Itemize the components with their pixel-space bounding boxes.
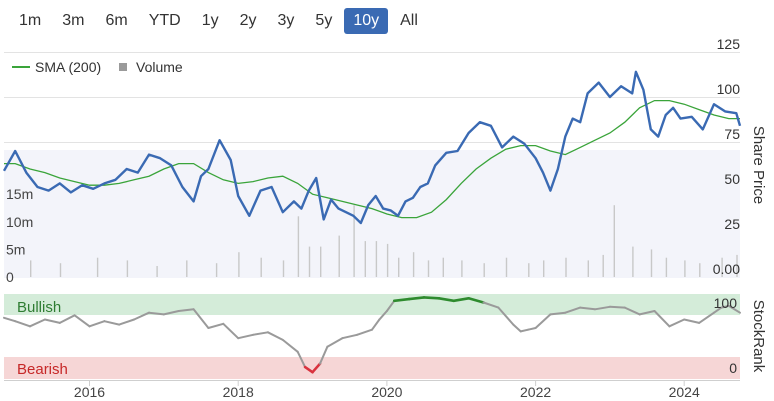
volume-bar — [398, 257, 400, 277]
volume-bar — [613, 205, 615, 277]
stockrank-segment — [103, 320, 121, 326]
price-axis-title: Share Price — [750, 126, 767, 204]
stockrank-segment — [29, 318, 46, 328]
stockrank-segment — [371, 318, 381, 331]
volume-tick-label: 0 — [6, 269, 14, 285]
volume-bar — [297, 216, 300, 277]
volume-background — [4, 150, 740, 278]
stockrank-segment — [118, 318, 136, 326]
volume-bar — [215, 263, 218, 277]
volume-bar — [684, 260, 686, 277]
volume-bar — [699, 263, 701, 277]
x-axis-ticks: 2016 2018 2020 2022 2024 — [74, 380, 700, 400]
price-tick-label: 125 — [717, 36, 741, 52]
bullish-label: Bullish — [17, 299, 61, 316]
volume-bar — [59, 263, 62, 277]
stockrank-segment — [534, 313, 552, 329]
chart-legend: SMA (200) Volume — [12, 59, 183, 75]
stockrank-segment — [266, 331, 284, 341]
stockrank-segment — [512, 323, 522, 333]
stockrank-segment — [73, 314, 91, 328]
stockrank-segment — [519, 328, 530, 333]
volume-bar — [375, 241, 378, 277]
volume-bar — [461, 260, 463, 277]
volume-bar — [528, 263, 530, 277]
price-tick-label: 75 — [724, 126, 740, 142]
stockrank-segment — [281, 338, 299, 353]
volume-bar — [320, 246, 322, 277]
volume-bar — [632, 246, 634, 277]
volume-bar — [338, 235, 340, 277]
volume-legend-marker — [119, 63, 127, 71]
volume-bar — [505, 257, 508, 277]
volume-tick-label: 10m — [6, 214, 33, 230]
volume-bar — [412, 252, 415, 277]
volume-bar — [427, 260, 430, 277]
stockrank-segment — [207, 322, 225, 329]
volume-bar — [386, 243, 389, 277]
volume-bar — [238, 252, 240, 277]
volume-bar — [650, 249, 653, 277]
volume-bar — [260, 257, 262, 277]
volume-bar — [602, 254, 604, 277]
stockrank-segment — [252, 331, 269, 336]
stockrank-tick-0: 0 — [729, 360, 737, 376]
volume-bar — [364, 241, 366, 277]
stock-chart: SMA (200) Volume 125 100 75 50 25 0.00 Share … — [2, 36, 767, 400]
volume-bar — [126, 260, 129, 277]
stockrank-segment — [58, 314, 76, 324]
stockrank-segment — [407, 296, 426, 301]
price-tick-label: 0.00 — [713, 261, 740, 277]
x-tick-label: 2016 — [74, 384, 105, 400]
sma-legend-label: SMA (200) — [35, 59, 101, 75]
volume-legend-label: Volume — [136, 59, 183, 75]
stockrank-segment — [527, 327, 537, 331]
volume-bar — [156, 266, 158, 277]
stockrank-segment — [14, 320, 31, 328]
volume-bar — [483, 263, 485, 277]
stockrank-segment — [237, 333, 255, 340]
x-tick-label: 2022 — [520, 384, 551, 400]
x-tick-label: 2020 — [371, 384, 402, 400]
volume-bar — [587, 260, 589, 277]
volume-bar — [282, 260, 285, 277]
volume-tick-label: 5m — [6, 241, 25, 257]
stockrank-segment — [392, 297, 411, 303]
volume-bar — [186, 260, 188, 277]
volume-bar — [665, 257, 668, 277]
stockrank-segment — [326, 337, 344, 348]
price-tick-label: 50 — [724, 171, 740, 187]
price-tick-label: 100 — [717, 81, 741, 97]
price-tick-label: 25 — [724, 216, 740, 232]
stockrank-segment — [341, 333, 359, 340]
volume-tick-label: 15m — [6, 186, 33, 202]
x-tick-label: 2024 — [669, 384, 700, 400]
volume-bar — [442, 257, 444, 277]
volume-bar — [96, 257, 99, 277]
stockrank-segment — [3, 316, 17, 323]
stockrank-segment — [88, 320, 106, 328]
bearish-band — [4, 357, 740, 379]
stockrank-segment — [356, 328, 373, 336]
stockrank-segment — [668, 318, 686, 328]
stockrank-tick-100: 100 — [714, 295, 738, 311]
stockrank-segment — [43, 318, 61, 324]
bearish-label: Bearish — [17, 361, 68, 378]
volume-bar — [308, 246, 311, 277]
volume-bar — [543, 260, 545, 277]
volume-bar — [565, 257, 567, 277]
x-tick-label: 2018 — [223, 384, 254, 400]
stockrank-segment — [222, 322, 240, 340]
bullish-band — [4, 294, 740, 315]
volume-bar — [30, 260, 32, 277]
stockrank-segment — [608, 305, 626, 309]
stockrank-segment — [422, 296, 441, 300]
stockrank-axis-title: StockRank — [750, 300, 767, 373]
stockrank-segment — [683, 318, 701, 324]
